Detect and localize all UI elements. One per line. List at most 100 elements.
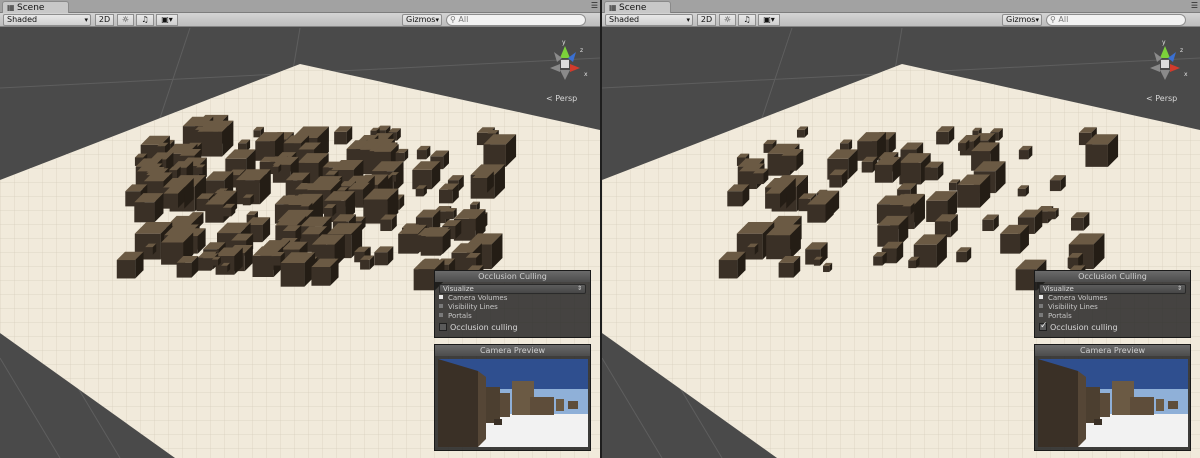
image-icon[interactable]: ▣▾: [758, 14, 780, 26]
scene-cube: [823, 265, 830, 273]
scene-cube: [958, 143, 966, 151]
orientation-gizmo[interactable]: y z x: [1140, 38, 1190, 88]
scene-cube: [796, 129, 805, 138]
scene-cube: [874, 164, 893, 183]
scene-cube: [163, 193, 179, 208]
camera-preview-panel: Camera Preview: [1034, 344, 1191, 451]
visualize-dropdown[interactable]: Visualize ⇕: [1039, 284, 1186, 294]
speaker-icon[interactable]: ♫: [738, 14, 756, 26]
chevron-down-icon: ▾: [435, 16, 439, 24]
scene-cube: [1049, 180, 1061, 192]
scene-cube: [957, 184, 980, 208]
scene-cube: [766, 235, 791, 260]
occlusion-culling-checkbox[interactable]: Occlusion culling: [1035, 321, 1190, 333]
scene-cube: [311, 267, 331, 286]
scene-cube: [752, 173, 764, 185]
scene-cube: [271, 256, 281, 266]
chevron-down-icon: ▾: [84, 16, 88, 24]
tab-bar: ▦ Scene ☰: [602, 0, 1200, 13]
scene-cube: [948, 182, 957, 191]
scene-cube: [439, 189, 453, 204]
scene-cube: [982, 219, 994, 232]
scene-cube: [395, 152, 405, 162]
scene-cube: [221, 265, 228, 273]
occlusion-culling-title: Occlusion Culling: [435, 271, 590, 282]
speaker-icon[interactable]: ♫: [136, 14, 154, 26]
svg-text:x: x: [584, 71, 588, 78]
perspective-label[interactable]: < Persp: [1146, 94, 1177, 103]
scene-cube: [323, 207, 333, 217]
camera-preview-title: Camera Preview: [1035, 345, 1190, 356]
option-visibility-lines[interactable]: Visibility Lines: [435, 303, 590, 312]
scene-cube: [195, 167, 203, 175]
scene-cube: [145, 247, 153, 255]
sun-icon[interactable]: ☼: [719, 14, 736, 26]
shading-mode-dropdown[interactable]: Shaded ▾: [605, 14, 693, 26]
scene-cube: [374, 252, 388, 266]
scene-cube: [134, 202, 155, 223]
scene-cube: [445, 211, 454, 220]
scene-cube: [829, 175, 842, 188]
toggle-2d-button[interactable]: 2D: [95, 14, 114, 26]
visualize-dropdown[interactable]: Visualize ⇕: [439, 284, 586, 294]
chevron-updown-icon: ⇕: [576, 285, 582, 292]
search-input[interactable]: ⚲ All: [446, 14, 586, 26]
scene-view-left: ▦ Scene ☰ Shaded ▾ 2D ☼ ♫ ▣▾ Gizmos ▾ ⚲ All: [0, 0, 600, 458]
orientation-gizmo[interactable]: y z x: [540, 38, 590, 88]
scene-cube: [902, 206, 911, 215]
pane-menu-icon[interactable]: ☰: [1191, 1, 1198, 11]
svg-text:y: y: [562, 39, 566, 46]
shading-mode-dropdown[interactable]: Shaded ▾: [3, 14, 91, 26]
svg-text:z: z: [580, 47, 583, 54]
scene-cube: [813, 259, 821, 266]
scene-tab[interactable]: ▦ Scene: [2, 1, 69, 13]
scene-cube: [334, 131, 347, 145]
occlusion-culling-panel: Occlusion Culling Visualize ⇕ Camera Volu…: [434, 270, 591, 338]
image-icon[interactable]: ▣▾: [156, 14, 178, 26]
scene-cube: [807, 204, 826, 223]
occlusion-culling-panel: Occlusion Culling Visualize ⇕ Camera Volu…: [1034, 270, 1191, 338]
scene-cube: [202, 258, 214, 270]
option-visibility-lines[interactable]: Visibility Lines: [1035, 303, 1190, 312]
scene-cube: [778, 262, 794, 278]
pane-menu-icon[interactable]: ☰: [591, 1, 598, 11]
scene-cube: [211, 259, 219, 266]
scene-cube: [252, 255, 274, 277]
scene-viewport[interactable]: y z x < Persp Occlusion Culling Visualiz…: [602, 28, 1200, 458]
scene-cube: [956, 251, 967, 263]
scene-cube: [1017, 188, 1026, 197]
option-portals[interactable]: Portals: [1035, 312, 1190, 321]
grid-icon: ▦: [7, 3, 15, 12]
scene-cube: [781, 155, 797, 171]
svg-text:z: z: [1180, 47, 1183, 54]
camera-preview-panel: Camera Preview: [434, 344, 591, 451]
scene-cube: [765, 193, 781, 208]
sun-icon[interactable]: ☼: [117, 14, 134, 26]
option-portals[interactable]: Portals: [435, 312, 590, 321]
scene-cube: [472, 178, 488, 193]
grid-icon: ▦: [609, 3, 617, 12]
scene-cube: [1000, 233, 1021, 254]
scene-cube: [280, 262, 305, 287]
gizmos-dropdown[interactable]: Gizmos ▾: [402, 14, 442, 26]
scene-viewport[interactable]: y z x < Persp Occlusion Culling Visualiz…: [0, 28, 600, 458]
option-camera-volumes[interactable]: Camera Volumes: [1035, 294, 1190, 303]
scene-cube: [380, 219, 392, 232]
scene-cube: [205, 204, 224, 223]
scene-cube: [1071, 217, 1084, 231]
scene-cube: [727, 191, 743, 207]
scene-toolbar: Shaded ▾ 2D ☼ ♫ ▣▾ Gizmos ▾ ⚲ All: [0, 13, 600, 27]
scene-cube: [1085, 144, 1108, 167]
occlusion-culling-checkbox[interactable]: Occlusion culling: [435, 322, 590, 333]
scene-cube: [936, 131, 949, 145]
scene-cube: [242, 197, 251, 206]
toggle-2d-button[interactable]: 2D: [697, 14, 716, 26]
svg-text:y: y: [1162, 39, 1166, 46]
scene-cube: [176, 262, 192, 278]
search-input[interactable]: ⚲ All: [1046, 14, 1186, 26]
chevron-down-icon: ▾: [686, 16, 690, 24]
scene-tab[interactable]: ▦ Scene: [604, 1, 671, 13]
perspective-label[interactable]: < Persp: [546, 94, 577, 103]
option-camera-volumes[interactable]: Camera Volumes: [435, 294, 590, 303]
gizmos-dropdown[interactable]: Gizmos ▾: [1002, 14, 1042, 26]
